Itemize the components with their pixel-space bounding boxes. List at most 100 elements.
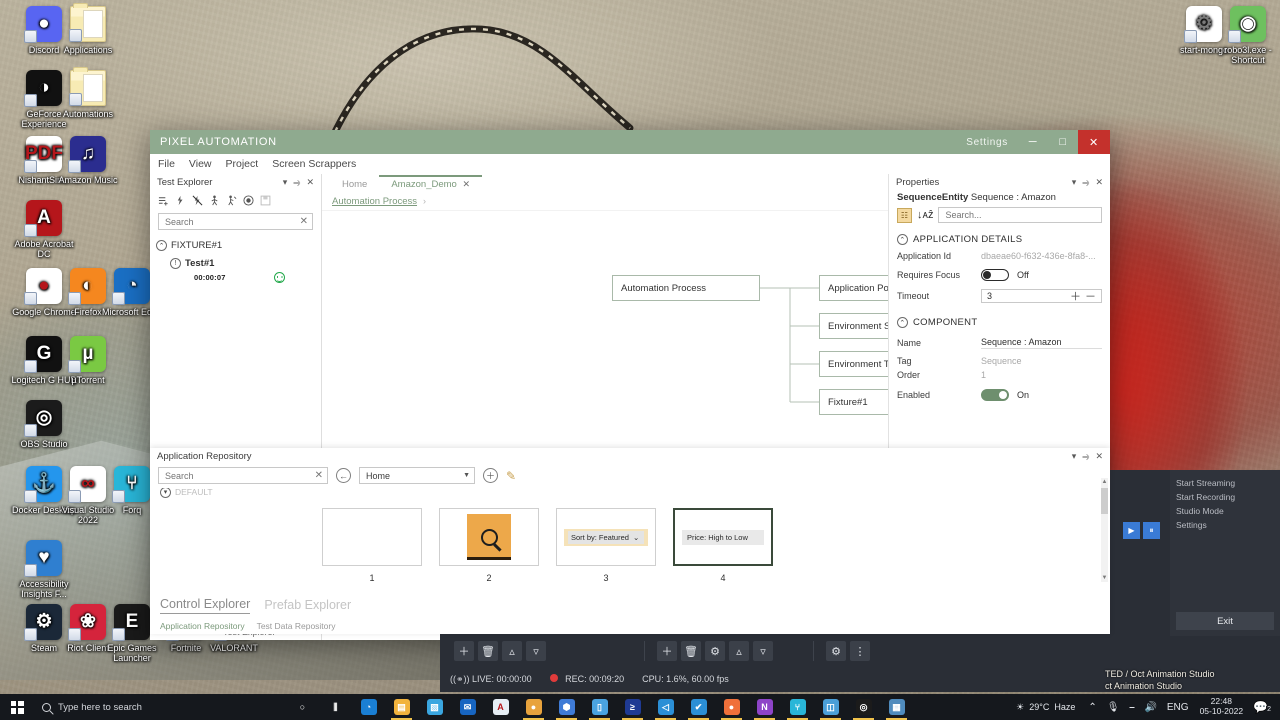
breadcrumb-root[interactable]: Automation Process bbox=[332, 196, 417, 207]
taskbar-mongodb-compass[interactable]: N bbox=[748, 694, 781, 720]
taskbar-powershell[interactable]: ≥ bbox=[616, 694, 649, 720]
test-explorer-menu-button[interactable]: ▾ bbox=[280, 177, 291, 188]
thumbnail-preview-price-option[interactable]: Price: High to Low bbox=[673, 508, 773, 566]
add-scene-button[interactable]: ＋ bbox=[454, 641, 474, 661]
taskbar-visual-studio-code-insiders[interactable]: ⬢ bbox=[550, 694, 583, 720]
doc-tab-amazon-demo[interactable]: Amazon_Demo ✕ bbox=[379, 175, 482, 192]
remove-source-button[interactable]: 🗑 bbox=[681, 641, 701, 661]
taskbar-search-box[interactable]: Type here to search bbox=[34, 694, 234, 720]
run-selected-icon[interactable] bbox=[209, 195, 220, 206]
properties-pin-button[interactable]: ⥤ bbox=[1079, 177, 1092, 188]
canvas-node-env-setup[interactable]: Environment Setup bbox=[819, 313, 888, 339]
obs-settings-button[interactable]: Settings bbox=[1176, 518, 1274, 532]
repo-close-button[interactable]: ✕ bbox=[1092, 451, 1106, 462]
action-center-icon[interactable]: 💬 2 bbox=[1249, 700, 1276, 714]
control-thumbnail[interactable]: 1 bbox=[322, 508, 422, 592]
doc-tab-close-icon[interactable]: ✕ bbox=[462, 179, 470, 189]
scroll-down-arrow-icon[interactable]: ▼ bbox=[1101, 574, 1108, 582]
edit-pencil-icon[interactable]: ✎ bbox=[506, 469, 516, 483]
collapse-icon[interactable]: ⌃ bbox=[897, 234, 908, 245]
properties-search-box[interactable] bbox=[938, 207, 1102, 223]
taskbar-notepad[interactable]: ▯ bbox=[583, 694, 616, 720]
desktop-icon-folder-icon[interactable]: Automations bbox=[52, 70, 124, 119]
taskbar-clock[interactable]: 22:48 05-10-2022 bbox=[1194, 697, 1249, 717]
cancel-run-icon[interactable] bbox=[192, 195, 203, 206]
canvas-node-root[interactable]: Automation Process bbox=[612, 275, 760, 301]
control-thumbnail[interactable]: Sort by: Featured ⌄ 3 bbox=[556, 508, 656, 592]
menu-view[interactable]: View bbox=[189, 158, 212, 170]
taskbar-microsoft-edge[interactable]: ◔ bbox=[352, 694, 385, 720]
requires-focus-toggle[interactable] bbox=[981, 269, 1009, 281]
run-test-icon[interactable] bbox=[226, 195, 237, 206]
repository-group-header[interactable]: ▾ DEFAULT bbox=[150, 488, 1110, 498]
thumbnail-preview-search-button[interactable] bbox=[439, 508, 539, 566]
microphone-icon[interactable]: 🎙 bbox=[1102, 702, 1125, 713]
desktop-icon-robot-leaf-icon[interactable]: ◉robo3l.exe - Shortcut bbox=[1212, 6, 1280, 66]
weather-widget[interactable]: ☀ 29°C Haze bbox=[1008, 702, 1083, 713]
network-icon[interactable]: ⎯ bbox=[1124, 702, 1139, 713]
obs-start-streaming-button[interactable]: Start Streaming bbox=[1176, 476, 1274, 490]
taskbar-google-chrome[interactable]: ● bbox=[517, 694, 550, 720]
repository-scrollbar[interactable]: ▲ ▼ bbox=[1101, 478, 1108, 582]
section-header-application-details[interactable]: ⌃ APPLICATION DETAILS bbox=[889, 231, 1110, 249]
prop-value[interactable]: Sequence : Amazon bbox=[981, 337, 1102, 349]
test-explorer-pin-button[interactable]: ⥤ bbox=[290, 177, 303, 188]
close-button[interactable]: ✕ bbox=[1078, 130, 1110, 154]
desktop-icon-adobe-acrobat-icon[interactable]: AAdobe Acrobat DC bbox=[8, 200, 80, 260]
collapse-icon[interactable]: ⌃ bbox=[897, 317, 908, 328]
tab-prefab-explorer[interactable]: Prefab Explorer bbox=[264, 598, 351, 612]
back-arrow-icon[interactable]: ← bbox=[336, 468, 351, 483]
scrollbar-thumb[interactable] bbox=[1101, 488, 1108, 514]
obs-pause-button[interactable]: ⏸ bbox=[1143, 522, 1160, 539]
taskbar-checkmark-app[interactable]: ✔ bbox=[682, 694, 715, 720]
canvas-node-app-pool[interactable]: Application Pool bbox=[819, 275, 888, 301]
settings-link[interactable]: Settings bbox=[956, 137, 1018, 148]
taskbar-obs-studio[interactable]: ◎ bbox=[847, 694, 880, 720]
property-pages-icon[interactable]: ☷ bbox=[897, 208, 912, 223]
properties-menu-button[interactable]: ▾ bbox=[1069, 177, 1080, 188]
control-thumbnail[interactable]: 2 bbox=[439, 508, 539, 592]
clear-search-icon[interactable]: ✕ bbox=[315, 470, 323, 481]
source-down-button[interactable]: ▿ bbox=[753, 641, 773, 661]
source-properties-button[interactable]: ⚙ bbox=[705, 641, 725, 661]
obs-play-button[interactable]: ▶ bbox=[1123, 522, 1140, 539]
taskbar-postman[interactable]: ● bbox=[715, 694, 748, 720]
section-header-component[interactable]: ⌃ COMPONENT bbox=[889, 314, 1110, 332]
test-explorer-close-button[interactable]: ✕ bbox=[303, 177, 317, 188]
test-search-box[interactable]: ✕ bbox=[158, 213, 313, 230]
subtab-application-repository[interactable]: Application Repository bbox=[160, 621, 245, 631]
obs-exit-button[interactable]: Exit bbox=[1176, 612, 1274, 630]
collapse-icon[interactable]: ▾ bbox=[160, 488, 171, 498]
fixture-expand-icon[interactable]: ⌃ bbox=[156, 240, 167, 251]
save-tests-icon[interactable] bbox=[260, 195, 271, 206]
run-all-tests-icon[interactable] bbox=[175, 195, 186, 206]
enabled-toggle[interactable] bbox=[981, 389, 1009, 401]
remove-scene-button[interactable]: 🗑 bbox=[478, 641, 498, 661]
add-test-list-icon[interactable] bbox=[158, 195, 169, 206]
language-indicator[interactable]: ENG bbox=[1162, 702, 1194, 713]
minimize-button[interactable]: ─ bbox=[1018, 130, 1048, 154]
test-row[interactable]: ! Test#1 bbox=[170, 258, 321, 269]
obs-start-recording-button[interactable]: Start Recording bbox=[1176, 490, 1274, 504]
repo-menu-button[interactable]: ▾ bbox=[1069, 451, 1080, 462]
clear-search-icon[interactable]: ✕ bbox=[300, 216, 308, 227]
add-screen-icon[interactable]: ＋ bbox=[483, 468, 498, 483]
tab-control-explorer[interactable]: Control Explorer bbox=[160, 597, 250, 614]
properties-search-input[interactable] bbox=[945, 210, 1097, 220]
volume-icon[interactable]: 🔊 bbox=[1139, 702, 1161, 713]
menu-screen-scrappers[interactable]: Screen Scrappers bbox=[272, 158, 356, 170]
decrement-icon[interactable]: － bbox=[1083, 288, 1098, 304]
mixer-more-button[interactable]: ⋮ bbox=[850, 641, 870, 661]
taskbar-file-explorer[interactable]: ▤ bbox=[385, 694, 418, 720]
desktop-icon-utorrent-icon[interactable]: µµTorrent bbox=[52, 336, 124, 385]
obs-studio-mode-button[interactable]: Studio Mode bbox=[1176, 504, 1274, 518]
menu-project[interactable]: Project bbox=[226, 158, 259, 170]
scroll-up-arrow-icon[interactable]: ▲ bbox=[1101, 478, 1108, 486]
timeout-stepper[interactable]: 3 ＋ － bbox=[981, 289, 1102, 303]
subtab-test-data-repository[interactable]: Test Data Repository bbox=[257, 621, 336, 631]
menu-file[interactable]: File bbox=[158, 158, 175, 170]
tray-chevron-up-icon[interactable]: ⌃ bbox=[1083, 702, 1101, 713]
properties-close-button[interactable]: ✕ bbox=[1092, 177, 1106, 188]
source-up-button[interactable]: ▵ bbox=[729, 641, 749, 661]
obs-transition-controls[interactable]: ▶ ⏸ bbox=[1123, 522, 1160, 539]
